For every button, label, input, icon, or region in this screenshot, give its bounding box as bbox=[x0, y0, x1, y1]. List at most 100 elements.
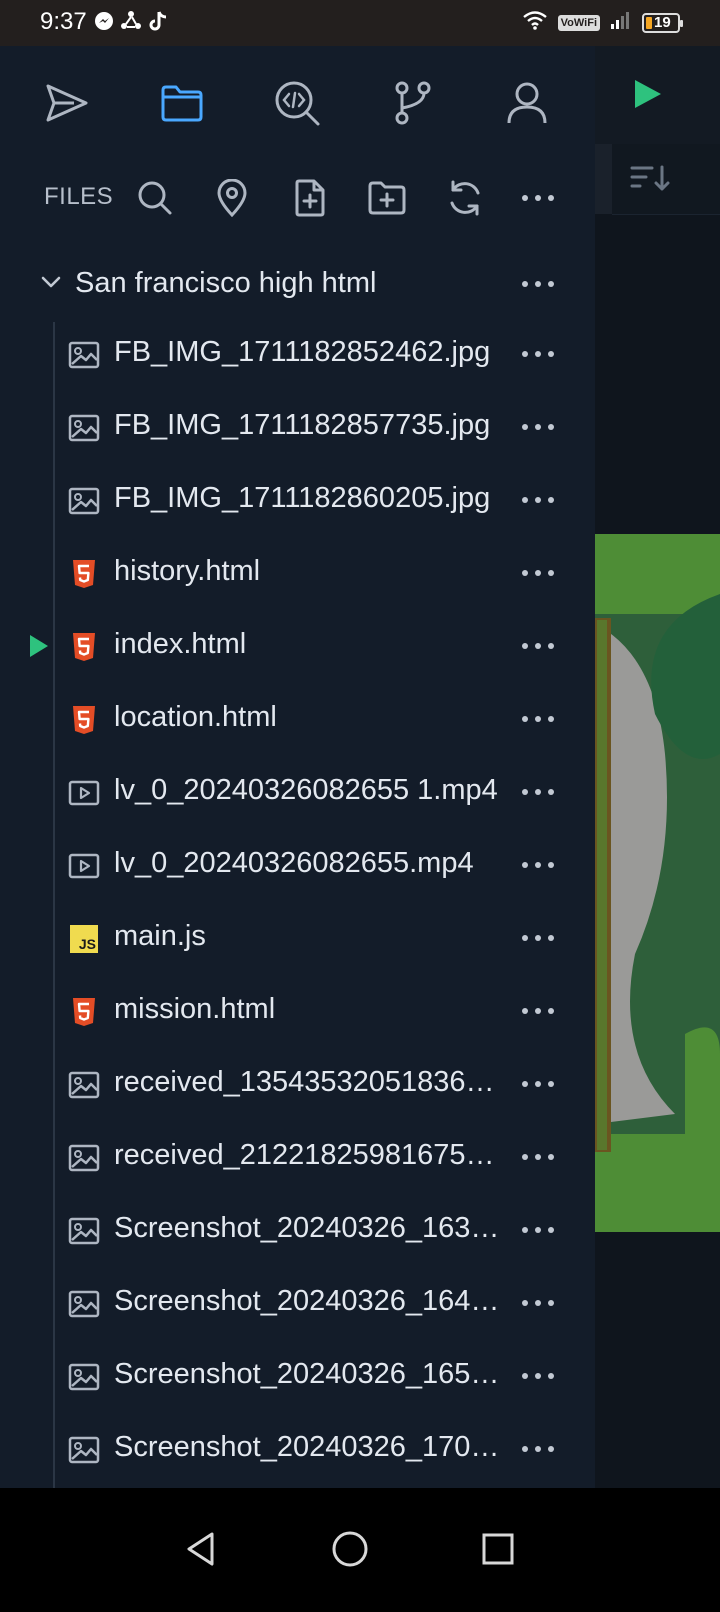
html5-icon bbox=[68, 996, 100, 1028]
javascript-icon: JS bbox=[68, 923, 100, 955]
file-row[interactable]: mission.html bbox=[0, 975, 595, 1048]
battery-fill bbox=[646, 16, 652, 29]
file-name: main.js bbox=[114, 920, 206, 952]
file-more-icon[interactable] bbox=[522, 636, 566, 656]
file-name: Screenshot_20240326_164000.jpg bbox=[114, 1285, 508, 1317]
file-more-icon[interactable] bbox=[522, 1001, 566, 1021]
file-row[interactable]: Screenshot_20240326_170000.jpg bbox=[0, 1413, 595, 1486]
system-nav-bar bbox=[0, 1488, 720, 1612]
back-icon[interactable] bbox=[176, 1524, 226, 1574]
file-more-icon[interactable] bbox=[522, 928, 566, 948]
file-more-icon[interactable] bbox=[522, 1220, 566, 1240]
folder-more-icon[interactable] bbox=[522, 274, 566, 294]
file-more-icon[interactable] bbox=[522, 563, 566, 583]
file-row[interactable]: FB_IMG_1711182857735.jpg bbox=[0, 391, 595, 464]
drawer-toolbar bbox=[0, 46, 595, 156]
preview-graphic bbox=[595, 534, 720, 1232]
file-name: location.html bbox=[114, 701, 277, 733]
file-more-icon[interactable] bbox=[522, 1293, 566, 1313]
file-row[interactable]: index.html bbox=[0, 610, 595, 683]
file-more-icon[interactable] bbox=[522, 1366, 566, 1386]
file-row[interactable]: Screenshot_20240326_163000.jpg bbox=[0, 1194, 595, 1267]
web-preview bbox=[595, 534, 720, 1232]
file-more-icon[interactable] bbox=[522, 1147, 566, 1167]
run-indicator-icon bbox=[30, 635, 48, 657]
folder-name: San francisco high html bbox=[75, 267, 377, 299]
file-row[interactable]: location.html bbox=[0, 683, 595, 756]
image-file-icon bbox=[68, 1361, 100, 1393]
file-more-icon[interactable] bbox=[522, 855, 566, 875]
editor-sortbar bbox=[612, 144, 720, 215]
html5-icon bbox=[68, 704, 100, 736]
file-explorer-drawer: FILES San francisco high html FB_IMG_171… bbox=[0, 46, 595, 1488]
new-file-icon[interactable] bbox=[290, 178, 330, 218]
home-icon[interactable] bbox=[325, 1524, 375, 1574]
video-file-icon bbox=[68, 777, 100, 809]
file-more-icon[interactable] bbox=[522, 490, 566, 510]
battery-level: 19 bbox=[654, 13, 671, 31]
file-row[interactable]: received_2122182598167500.jpeg bbox=[0, 1121, 595, 1194]
html5-icon bbox=[68, 631, 100, 663]
file-row[interactable]: FB_IMG_1711182860205.jpg bbox=[0, 464, 595, 537]
files-label: FILES bbox=[44, 183, 114, 210]
file-name: received_2122182598167500.jpeg bbox=[114, 1139, 508, 1171]
file-name: FB_IMG_1711182852462.jpg bbox=[114, 336, 491, 368]
recents-icon[interactable] bbox=[473, 1524, 523, 1574]
image-file-icon bbox=[68, 412, 100, 444]
sort-icon[interactable] bbox=[630, 164, 670, 194]
file-row[interactable]: received_1354353205183600.jpeg bbox=[0, 1048, 595, 1121]
file-row[interactable]: Screenshot_20240326_165000.jpg bbox=[0, 1340, 595, 1413]
folder-row[interactable]: San francisco high html bbox=[0, 254, 595, 314]
wifi-icon bbox=[522, 10, 548, 35]
status-time: 9:37 bbox=[40, 8, 87, 35]
video-file-icon bbox=[68, 850, 100, 882]
file-row[interactable]: JS main.js bbox=[0, 902, 595, 975]
refresh-icon[interactable] bbox=[445, 178, 485, 218]
image-file-icon bbox=[68, 1434, 100, 1466]
file-name: FB_IMG_1711182860205.jpg bbox=[114, 482, 491, 514]
file-name: FB_IMG_1711182857735.jpg bbox=[114, 409, 491, 441]
notification-icons bbox=[94, 10, 168, 36]
file-name: Screenshot_20240326_170000.jpg bbox=[114, 1431, 508, 1463]
file-row[interactable]: lv_0_20240326082655 1.mp4 bbox=[0, 756, 595, 829]
system-indicators: VoWiFi 19 bbox=[522, 10, 683, 35]
vowifi-badge: VoWiFi bbox=[557, 14, 600, 31]
file-name: lv_0_20240326082655.mp4 bbox=[114, 847, 474, 879]
file-more-icon[interactable] bbox=[522, 782, 566, 802]
file-row[interactable]: lv_0_20240326082655.mp4 bbox=[0, 829, 595, 902]
file-row[interactable]: FB_IMG_1711182852462.jpg bbox=[0, 318, 595, 391]
editor-background bbox=[595, 46, 720, 1532]
files-more-icon[interactable] bbox=[522, 188, 566, 208]
git-branch-icon[interactable] bbox=[387, 78, 437, 128]
files-action-bar: FILES bbox=[0, 166, 595, 230]
image-file-icon bbox=[68, 339, 100, 371]
new-folder-icon[interactable] bbox=[367, 178, 407, 218]
image-file-icon bbox=[68, 1069, 100, 1101]
search-icon[interactable] bbox=[135, 178, 175, 218]
file-name: lv_0_20240326082655 1.mp4 bbox=[114, 774, 498, 806]
editor-tab[interactable] bbox=[595, 144, 612, 214]
messenger-icon bbox=[94, 11, 114, 36]
code-search-icon[interactable] bbox=[272, 78, 322, 128]
run-icon[interactable] bbox=[633, 78, 663, 110]
js-badge: JS bbox=[70, 925, 98, 953]
file-name: Screenshot_20240326_163000.jpg bbox=[114, 1212, 508, 1244]
file-row[interactable]: history.html bbox=[0, 537, 595, 610]
file-more-icon[interactable] bbox=[522, 417, 566, 437]
file-name: history.html bbox=[114, 555, 261, 587]
location-pin-icon[interactable] bbox=[212, 178, 252, 218]
file-more-icon[interactable] bbox=[522, 344, 566, 364]
account-icon[interactable] bbox=[502, 78, 552, 128]
image-file-icon bbox=[68, 485, 100, 517]
send-icon[interactable] bbox=[42, 78, 92, 128]
status-bar: 9:37 VoWiFi 19 bbox=[0, 0, 720, 46]
file-more-icon[interactable] bbox=[522, 1439, 566, 1459]
html5-icon bbox=[68, 558, 100, 590]
file-more-icon[interactable] bbox=[522, 1074, 566, 1094]
battery-icon: 19 bbox=[642, 12, 683, 33]
image-file-icon bbox=[68, 1142, 100, 1174]
folder-icon[interactable] bbox=[157, 78, 207, 128]
file-more-icon[interactable] bbox=[522, 709, 566, 729]
chevron-down-icon[interactable] bbox=[40, 275, 62, 289]
file-row[interactable]: Screenshot_20240326_164000.jpg bbox=[0, 1267, 595, 1340]
